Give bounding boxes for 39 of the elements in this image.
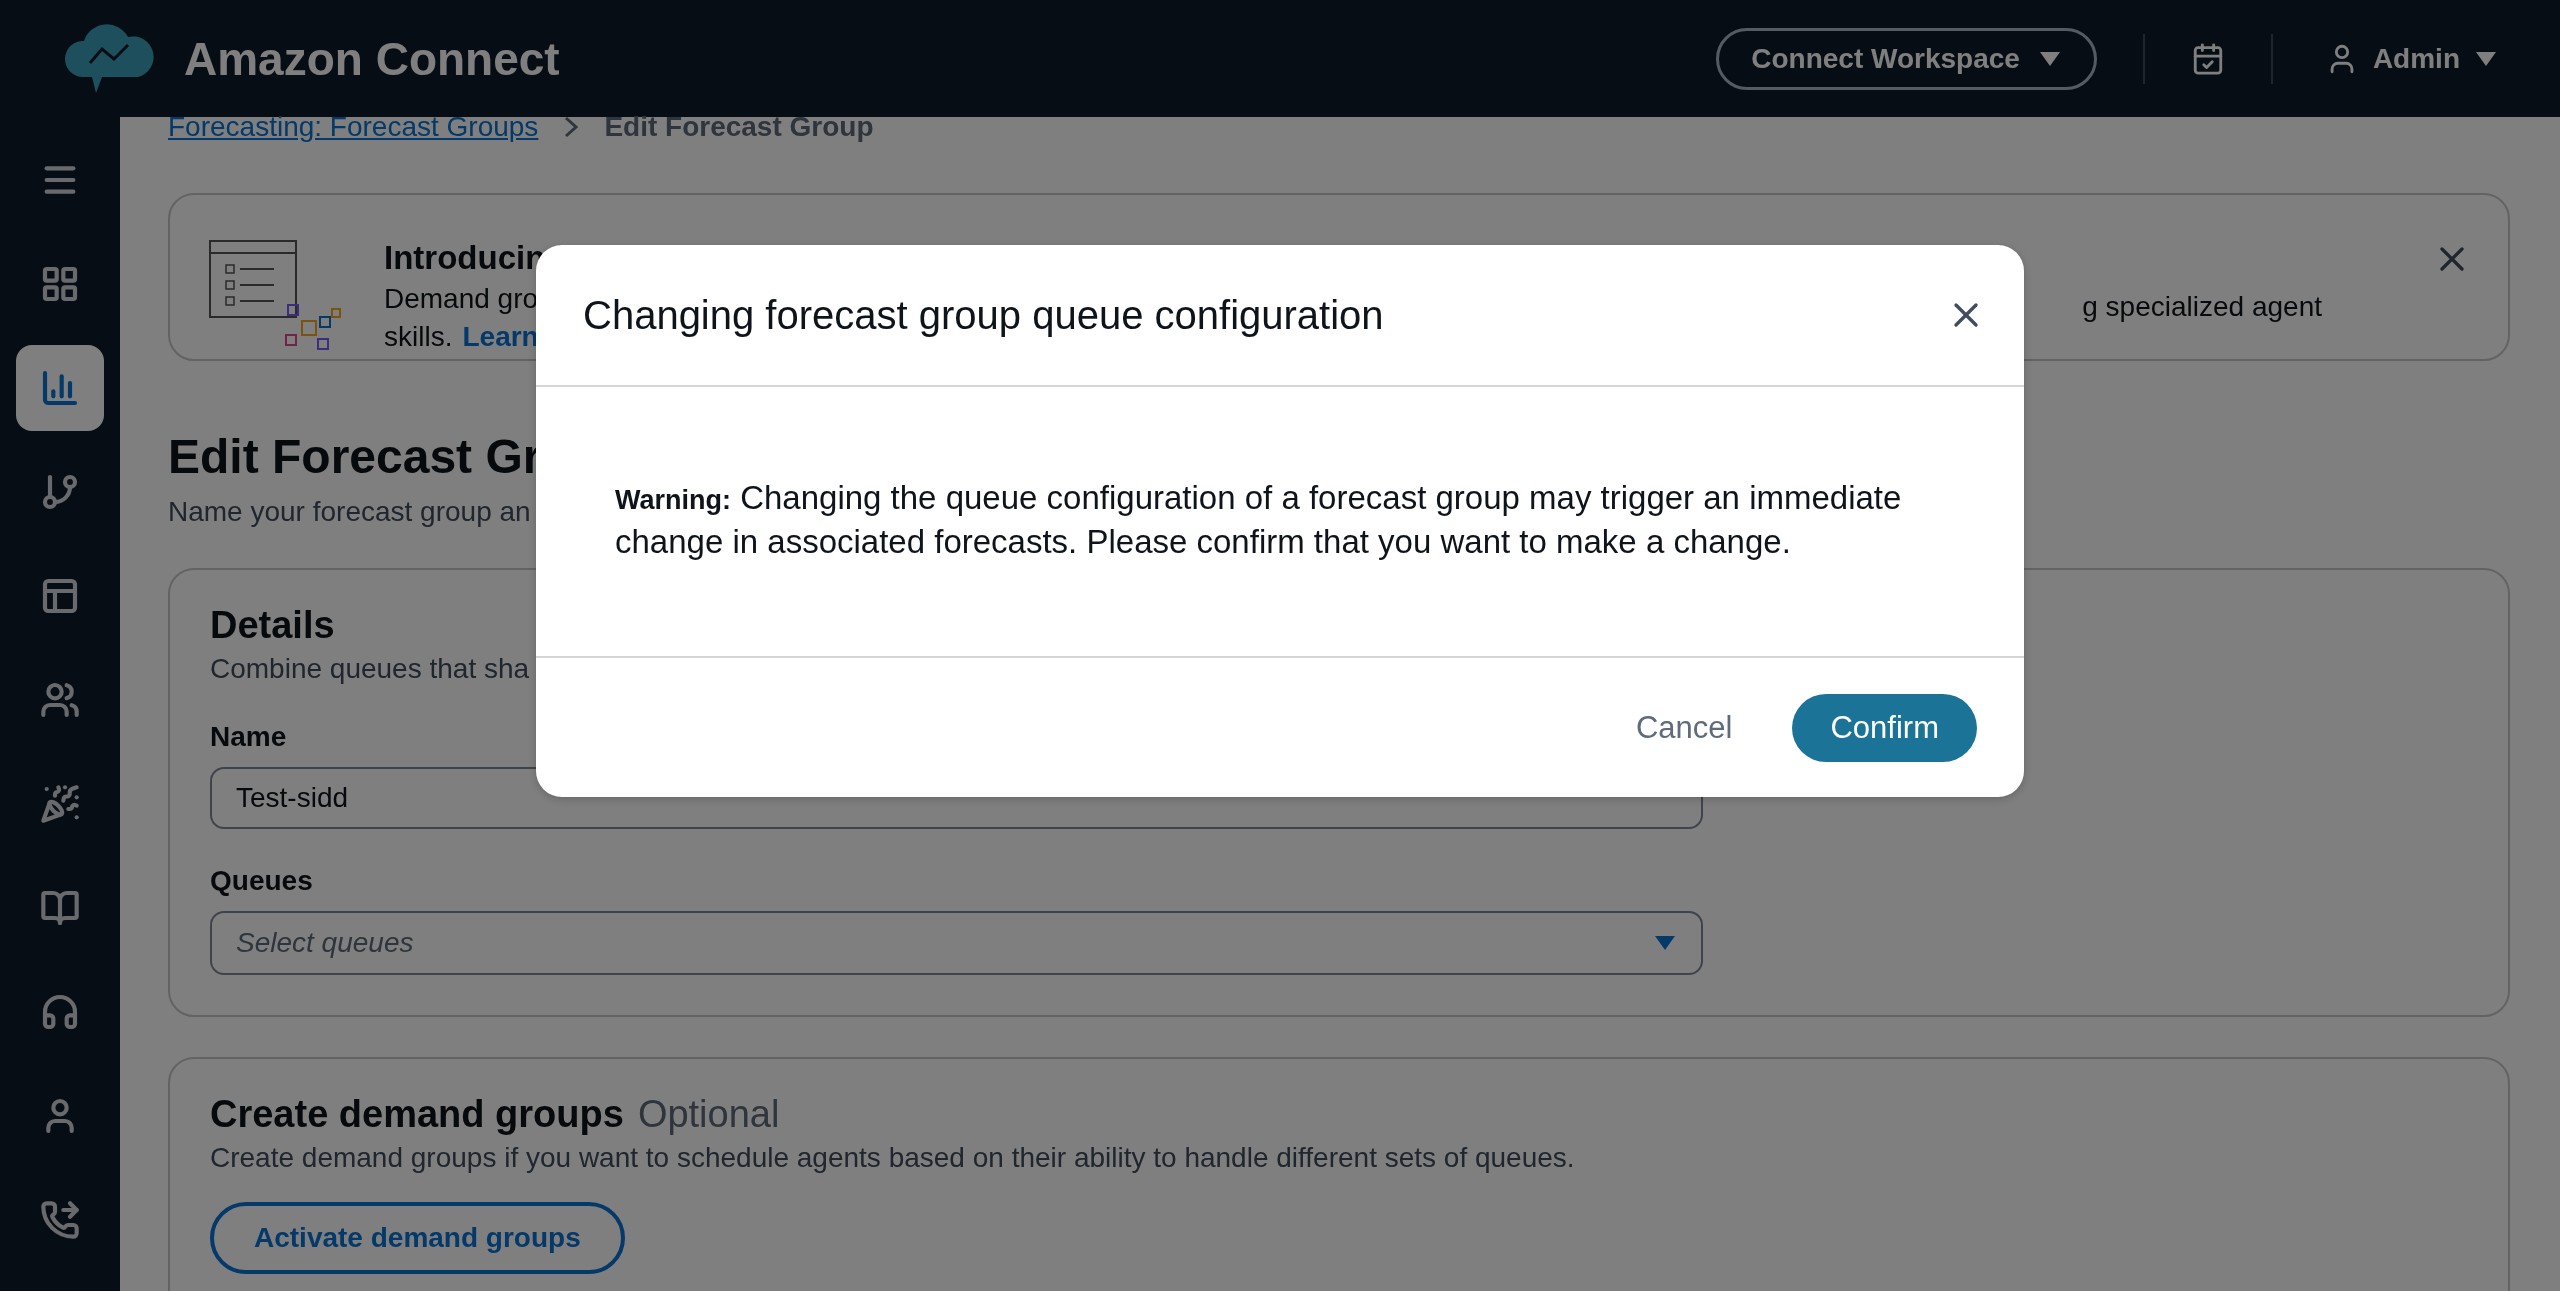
breadcrumb-current: Edit Forecast Group [604,111,874,143]
branch-icon [40,472,80,512]
banner-text: skills. [384,321,453,353]
warning-message: Warning: Changing the queue configuration of a forecast group may trigger an immediate change in associated forecasts. Please confirm that you want to make a change. [615,478,1903,562]
section-title: Create demand groups [210,1093,624,1136]
field-label: Queues [210,865,313,897]
section-description: Create demand groups if you want to schedule agents based on their ability to handle different sets of queues. [210,1142,1575,1174]
confirm-button[interactable]: Confirm [1792,693,1977,762]
chevron-icon [564,116,579,138]
user-menu-button[interactable]: Admin [2318,40,2504,77]
section-description: Combine queues that sha [210,653,530,685]
product-title: Amazon Connect [184,31,560,86]
section-title: Details [210,604,336,647]
activate-button[interactable]: Activate demand groups [210,1202,625,1274]
party-popper-icon [40,784,80,824]
page-subtitle: Name your forecast group an [168,496,531,528]
dialog-title: Changing forecast group queue configuration [583,292,1385,338]
breadcrumb-link[interactable]: Forecasting: Forecast Groups [168,111,539,143]
banner-text: Demand gro [384,283,540,315]
caret-icon [2037,49,2062,68]
phone-icon [40,1200,80,1240]
headset-icon [40,992,80,1032]
page-title: Edit Forecast Gr [168,429,542,484]
cancel-button[interactable]: Cancel [1630,708,1739,747]
optional-label: Optional [637,1093,780,1136]
people-icon [40,680,80,720]
layout-icon [40,576,80,616]
field-label: Name [210,721,287,753]
caret-icon [1653,934,1677,952]
book-icon [40,888,80,928]
workspace-button[interactable]: Connect Workspace [1716,27,2097,90]
banner-text: g specialized agent [2082,291,2322,323]
bar-chart-icon [40,368,80,408]
learn-link[interactable]: Learn [462,321,539,353]
grid-icon [40,264,80,304]
banner-title: Introducin [384,239,546,277]
queues-select-field[interactable]: Select queues [210,911,1703,975]
sidebar-item[interactable] [16,345,104,431]
caret-icon [2474,49,2498,68]
